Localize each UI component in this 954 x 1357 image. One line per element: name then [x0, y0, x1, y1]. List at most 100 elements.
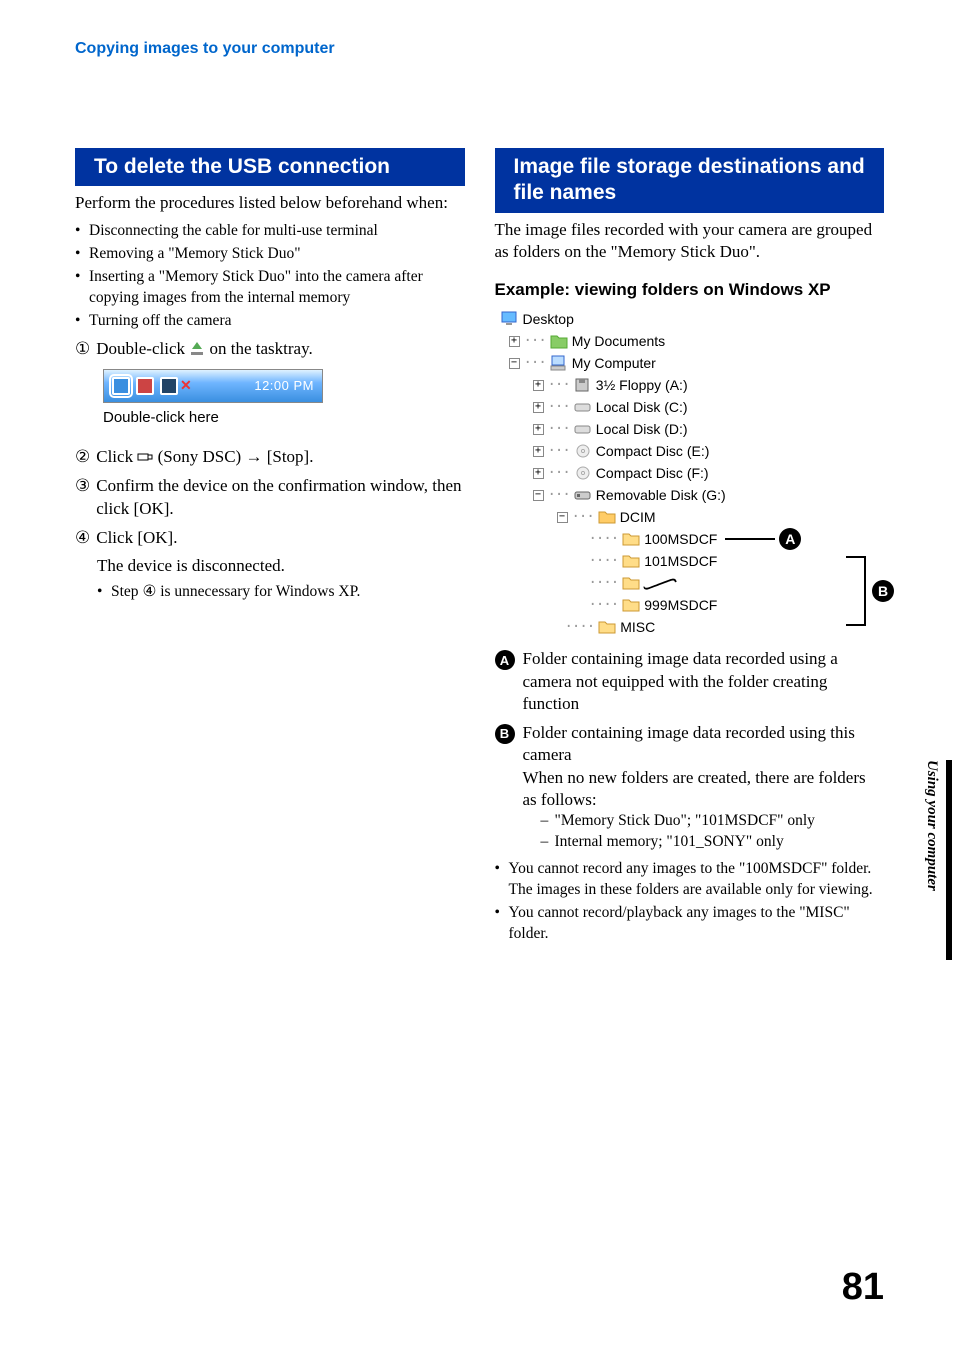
circled-four-icon: ④ — [142, 583, 156, 600]
step-4-note: Step ④ is unnecessary for Windows XP. — [97, 582, 465, 603]
tab-label: Using your computer — [923, 760, 940, 891]
my-documents-icon — [550, 333, 568, 349]
safely-remove-icon — [189, 340, 205, 354]
intro-text: Perform the procedures listed below befo… — [75, 192, 465, 215]
folder-icon — [598, 619, 616, 635]
callout-b-badge: B — [495, 724, 515, 744]
tree-disk-d: +··· Local Disk (D:) — [501, 418, 885, 440]
legend-b: B Folder containing image data recorded … — [495, 722, 885, 854]
legend-b-text: Folder containing image data recorded us… — [523, 722, 885, 854]
hdd-icon — [574, 421, 592, 437]
collapse-icon: − — [533, 490, 544, 501]
folder-icon — [622, 553, 640, 569]
tree-floppy: +··· 3½ Floppy (A:) — [501, 374, 885, 396]
tree-101msdcf: ···· 101MSDCF — [501, 550, 885, 572]
tasktray-figure: ✕ 12:00 PM Double-click here — [103, 369, 323, 426]
chapter-tab: Using your computer — [904, 760, 922, 960]
callout-b-badge: B — [872, 580, 894, 602]
tab-bar — [946, 760, 952, 960]
two-column-layout: To delete the USB connection Perform the… — [75, 148, 884, 951]
list-item: You cannot record/playback any images to… — [495, 903, 885, 945]
step-2: ② Click (Sony DSC) → [Stop]. — [75, 446, 465, 469]
legend-b-sublist: "Memory Stick Duo"; "101MSDCF" only Inte… — [523, 811, 885, 853]
callout-b-bracket — [846, 556, 866, 626]
list-item: Inserting a "Memory Stick Duo" into the … — [75, 267, 465, 309]
tree-removable: −··· Removable Disk (G:) — [501, 484, 885, 506]
list-item: Disconnecting the cable for multi-use te… — [75, 221, 465, 242]
step-3-text: Confirm the device on the confirmation w… — [96, 475, 464, 521]
example-heading: Example: viewing folders on Windows XP — [495, 280, 885, 300]
legend-a: A Folder containing image data recorded … — [495, 648, 885, 715]
my-computer-icon — [550, 355, 568, 371]
list-item: Turning off the camera — [75, 311, 465, 332]
desktop-icon — [501, 311, 519, 327]
section-heading-delete-usb: To delete the USB connection — [75, 148, 465, 186]
left-column: To delete the USB connection Perform the… — [75, 148, 465, 951]
list-item: "Memory Stick Duo"; "101MSDCF" only — [541, 811, 885, 832]
tree-misc: ···· MISC — [501, 616, 885, 638]
page-number: 81 — [842, 1266, 884, 1309]
usb-device-icon — [137, 448, 153, 462]
circled-one-icon: ① — [75, 338, 90, 361]
expand-icon: + — [533, 424, 544, 435]
tree-mydocs: +··· My Documents — [501, 330, 885, 352]
section-heading-storage: Image file storage destinations and file… — [495, 148, 885, 213]
tree-ellipsis: ···· ⎰ — [501, 572, 885, 594]
tray-icon — [136, 377, 154, 395]
list-item: You cannot record any images to the "100… — [495, 859, 885, 901]
tree-cd-e: +··· Compact Disc (E:) — [501, 440, 885, 462]
cd-icon — [574, 443, 592, 459]
running-head: Copying images to your computer — [75, 40, 884, 58]
circled-two-icon: ② — [75, 446, 90, 469]
callout-a-badge: A — [495, 650, 515, 670]
expand-icon: + — [533, 468, 544, 479]
step-2-text: Click (Sony DSC) → [Stop]. — [96, 446, 464, 469]
tray-icon — [160, 377, 178, 395]
removable-disk-icon — [574, 487, 592, 503]
step-1-text: Double-click on the tasktray. — [96, 338, 464, 361]
safely-remove-tray-icon — [112, 377, 130, 395]
hdd-icon — [574, 399, 592, 415]
folder-icon — [622, 597, 640, 613]
tree-dcim: −··· DCIM — [501, 506, 885, 528]
callout-a-badge: A — [779, 528, 801, 550]
tree-desktop: Desktop — [501, 308, 885, 330]
tree-mycomputer: −··· My Computer — [501, 352, 885, 374]
tree-cd-f: +··· Compact Disc (F:) — [501, 462, 885, 484]
figure-caption: Double-click here — [103, 409, 323, 426]
step-4-text: Click [OK]. — [96, 527, 464, 550]
step-4: ④ Click [OK]. — [75, 527, 465, 550]
tree-disk-c: +··· Local Disk (C:) — [501, 396, 885, 418]
list-item: Removing a "Memory Stick Duo" — [75, 244, 465, 265]
folder-tree: Desktop +··· My Documents −··· My Comput… — [501, 308, 885, 638]
step-3: ③ Confirm the device on the confirmation… — [75, 475, 465, 521]
folder-open-icon — [598, 509, 616, 525]
cd-icon — [574, 465, 592, 481]
floppy-icon — [574, 377, 592, 393]
callout-line — [725, 538, 775, 540]
collapse-icon: − — [509, 358, 520, 369]
tree-999msdcf: ···· 999MSDCF — [501, 594, 885, 616]
circled-four-icon: ④ — [75, 527, 90, 550]
circled-three-icon: ③ — [75, 475, 90, 521]
tree-100msdcf: ···· 100MSDCF A — [501, 528, 885, 550]
right-column: Image file storage destinations and file… — [495, 148, 885, 951]
arrow-right-icon: → — [245, 447, 262, 466]
collapse-icon: − — [557, 512, 568, 523]
step-4-sub: The device is disconnected. — [75, 555, 465, 578]
clock: 12:00 PM — [254, 378, 314, 393]
precondition-list: Disconnecting the cable for multi-use te… — [75, 221, 465, 332]
expand-icon: + — [533, 380, 544, 391]
expand-icon: + — [533, 402, 544, 413]
manual-page: Copying images to your computer To delet… — [0, 0, 954, 1357]
folder-icon — [622, 531, 640, 547]
notes-list: You cannot record any images to the "100… — [495, 859, 885, 945]
expand-icon: + — [533, 446, 544, 457]
taskbar: ✕ 12:00 PM — [103, 369, 323, 403]
step-1: ① Double-click on the tasktray. — [75, 338, 465, 361]
list-item: Internal memory; "101_SONY" only — [541, 832, 885, 853]
expand-icon: + — [509, 336, 520, 347]
intro-text: The image files recorded with your camer… — [495, 219, 885, 265]
tray-icon: ✕ — [180, 377, 192, 394]
legend-a-text: Folder containing image data recorded us… — [523, 648, 885, 715]
